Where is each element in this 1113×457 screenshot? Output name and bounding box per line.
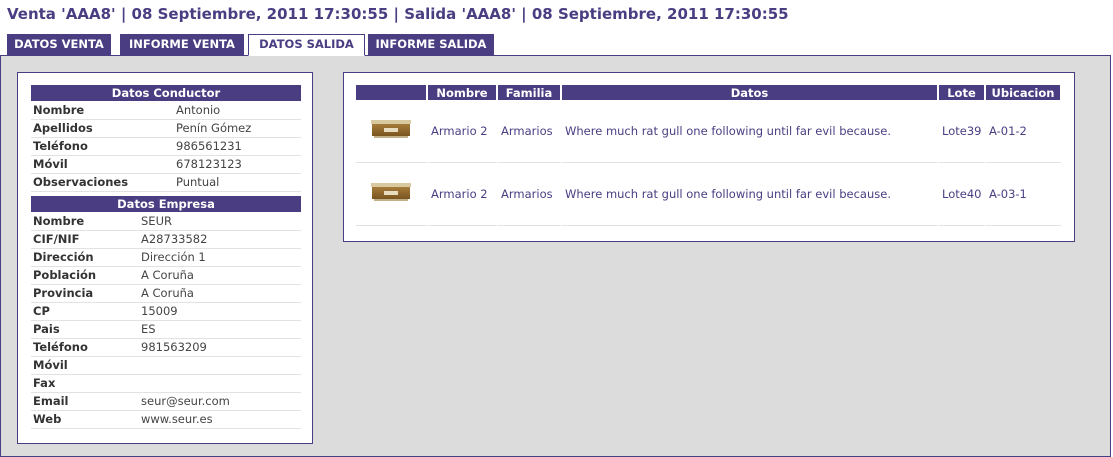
info-value: Penín Gómez bbox=[176, 119, 301, 138]
item-nombre: Armario 2 bbox=[428, 100, 498, 163]
item-lote: Lote39 bbox=[939, 100, 986, 163]
cabinet-thumbnail-icon bbox=[371, 119, 411, 140]
table-row[interactable]: Armario 2 Armarios Where much rat gull o… bbox=[356, 163, 1062, 226]
info-label: Dirección bbox=[31, 248, 141, 267]
info-value: Dirección 1 bbox=[141, 248, 301, 267]
info-value bbox=[141, 374, 301, 393]
tab-datos-venta[interactable]: DATOS VENTA bbox=[7, 34, 111, 55]
details-box: Datos Conductor Nombre Antonio Apellidos P… bbox=[17, 72, 313, 444]
info-value bbox=[141, 356, 301, 375]
info-row: Email seur@seur.com bbox=[31, 392, 301, 411]
info-value: A Coruña bbox=[141, 284, 301, 303]
info-row: Pais ES bbox=[31, 320, 301, 339]
column-header-nombre: Nombre bbox=[428, 85, 498, 100]
info-value: 986561231 bbox=[176, 137, 301, 156]
info-label: Teléfono bbox=[31, 338, 141, 357]
info-label: Población bbox=[31, 266, 141, 285]
item-familia: Armarios bbox=[498, 163, 562, 226]
tab-informe-venta[interactable]: INFORME VENTA bbox=[120, 34, 244, 55]
info-label: Móvil bbox=[31, 155, 176, 174]
empresa-table: Datos Empresa Nombre SEUR CIF/NIF A2873358… bbox=[31, 196, 301, 429]
column-header-lote: Lote bbox=[939, 85, 986, 100]
info-label: Fax bbox=[31, 374, 141, 393]
info-value: seur@seur.com bbox=[141, 392, 301, 411]
info-row: Provincia A Coruña bbox=[31, 284, 301, 303]
column-header-image bbox=[356, 85, 428, 100]
info-value: Puntual bbox=[176, 173, 301, 192]
info-value: A Coruña bbox=[141, 266, 301, 285]
tab-informe-salida[interactable]: INFORME SALIDA bbox=[368, 34, 494, 55]
info-label: Apellidos bbox=[31, 119, 176, 138]
info-row: Teléfono 986561231 bbox=[31, 137, 301, 156]
info-label: Teléfono bbox=[31, 137, 176, 156]
info-label: Provincia bbox=[31, 284, 141, 303]
info-row: Dirección Dirección 1 bbox=[31, 248, 301, 267]
item-image-cell bbox=[356, 163, 428, 226]
item-ubicacion: A-03-1 bbox=[986, 163, 1062, 226]
conductor-heading: Datos Conductor bbox=[31, 85, 301, 101]
item-datos: Where much rat gull one following until … bbox=[562, 163, 939, 226]
info-row: Web www.seur.es bbox=[31, 410, 301, 429]
info-label: CIF/NIF bbox=[31, 230, 141, 249]
tab-datos-salida[interactable]: DATOS SALIDA bbox=[248, 34, 365, 56]
item-image-cell bbox=[356, 100, 428, 163]
info-row: Nombre Antonio bbox=[31, 101, 301, 120]
info-label: Web bbox=[31, 410, 141, 429]
info-value: www.seur.es bbox=[141, 410, 301, 429]
info-row: Apellidos Penín Gómez bbox=[31, 119, 301, 138]
content-panel: Datos Conductor Nombre Antonio Apellidos P… bbox=[0, 55, 1111, 457]
item-nombre: Armario 2 bbox=[428, 163, 498, 226]
table-row[interactable]: Armario 2 Armarios Where much rat gull o… bbox=[356, 100, 1062, 163]
info-value: Antonio bbox=[176, 101, 301, 120]
info-value: 15009 bbox=[141, 302, 301, 321]
info-label: CP bbox=[31, 302, 141, 321]
table-header-row: Nombre Familia Datos Lote Ubicacion bbox=[356, 85, 1062, 100]
info-row: Fax bbox=[31, 374, 301, 393]
info-label: Móvil bbox=[31, 356, 141, 375]
cabinet-thumbnail-icon bbox=[371, 182, 411, 203]
info-label: Nombre bbox=[31, 101, 176, 120]
items-table: Nombre Familia Datos Lote Ubicacion Arma… bbox=[356, 85, 1062, 226]
info-row: Observaciones Puntual bbox=[31, 173, 301, 192]
info-label: Email bbox=[31, 392, 141, 411]
info-row: Nombre SEUR bbox=[31, 212, 301, 231]
item-familia: Armarios bbox=[498, 100, 562, 163]
info-value: A28733582 bbox=[141, 230, 301, 249]
info-row: Móvil bbox=[31, 356, 301, 375]
items-box: Nombre Familia Datos Lote Ubicacion Arma… bbox=[343, 72, 1075, 242]
info-label: Pais bbox=[31, 320, 141, 339]
column-header-datos: Datos bbox=[562, 85, 939, 100]
info-row: Teléfono 981563209 bbox=[31, 338, 301, 357]
info-value: 678123123 bbox=[176, 155, 301, 174]
info-row: CP 15009 bbox=[31, 302, 301, 321]
info-value: SEUR bbox=[141, 212, 301, 231]
info-value: ES bbox=[141, 320, 301, 339]
empresa-heading: Datos Empresa bbox=[31, 196, 301, 212]
info-row: Población A Coruña bbox=[31, 266, 301, 285]
info-label: Nombre bbox=[31, 212, 141, 231]
item-lote: Lote40 bbox=[939, 163, 986, 226]
conductor-table: Datos Conductor Nombre Antonio Apellidos P… bbox=[31, 85, 301, 192]
page-title: Venta 'AAA8' | 08 Septiembre, 2011 17:30… bbox=[7, 5, 789, 23]
info-value: 981563209 bbox=[141, 338, 301, 357]
item-datos: Where much rat gull one following until … bbox=[562, 100, 939, 163]
info-row: Móvil 678123123 bbox=[31, 155, 301, 174]
column-header-familia: Familia bbox=[498, 85, 562, 100]
info-label: Observaciones bbox=[31, 173, 176, 192]
column-header-ubicacion: Ubicacion bbox=[986, 85, 1062, 100]
item-ubicacion: A-01-2 bbox=[986, 100, 1062, 163]
info-row: CIF/NIF A28733582 bbox=[31, 230, 301, 249]
